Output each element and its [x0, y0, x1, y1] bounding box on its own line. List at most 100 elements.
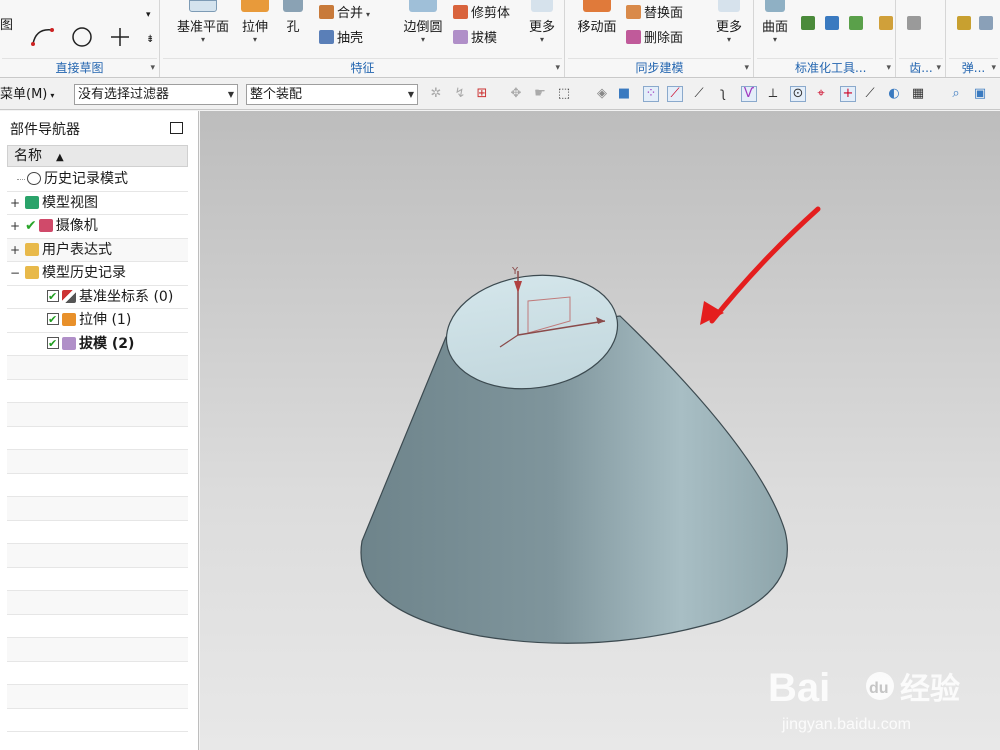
replace-face-button[interactable]: 替换面: [626, 4, 683, 24]
more-icon: [718, 0, 740, 12]
assembly-scope-select[interactable]: 整个装配 ▼: [246, 84, 418, 105]
empty-row: [7, 685, 188, 709]
tree-item-model-history[interactable]: − 模型历史记录: [7, 262, 188, 286]
move-handle-icon[interactable]: ✥: [508, 86, 524, 102]
tool-icon-1[interactable]: [801, 16, 815, 30]
perpendicular-icon[interactable]: ⟂: [765, 86, 781, 102]
expand-icon[interactable]: +: [10, 215, 20, 238]
gear-tool-icon[interactable]: [907, 16, 921, 30]
tool-icon-2[interactable]: [825, 16, 839, 30]
datum-plane-button[interactable]: 基准平面 ▾: [173, 0, 233, 58]
baidu-watermark: Bai du 经验 jingyan.baidu.com: [768, 666, 960, 733]
visibility-checkbox[interactable]: [47, 332, 59, 355]
unite-icon: [319, 5, 334, 19]
chevron-down-icon: ▾: [744, 63, 749, 73]
existing-point-icon[interactable]: +: [840, 86, 856, 102]
hole-button[interactable]: 孔: [279, 0, 307, 58]
sketch-more-icon[interactable]: ▾: [146, 10, 151, 20]
feature-more-button[interactable]: 更多 ▾: [525, 0, 559, 58]
collapse-icon[interactable]: −: [10, 262, 20, 285]
arc-icon[interactable]: [30, 24, 56, 48]
intersection-icon[interactable]: Ѵ: [741, 86, 757, 102]
visibility-checkbox[interactable]: [47, 285, 59, 308]
menu-button[interactable]: 菜单(M) ▾: [0, 85, 54, 105]
snap-points-icon[interactable]: ⁘: [643, 86, 659, 102]
grid-icon[interactable]: ▦: [910, 86, 926, 102]
rectangle-select-icon[interactable]: ⬚: [556, 86, 572, 102]
group-gear: 齿... ▾: [897, 0, 946, 77]
tool-icon-4[interactable]: [879, 16, 893, 30]
empty-row: [7, 450, 188, 474]
chevron-down-icon: ▾: [539, 35, 544, 44]
chevron-down-icon: ▾: [252, 35, 257, 44]
point-on-face-icon[interactable]: ◐: [886, 86, 902, 102]
sort-up-icon: ▲: [56, 152, 64, 163]
extrude-button[interactable]: 拉伸 ▾: [237, 0, 273, 58]
empty-row: [7, 497, 188, 521]
datum-csys-icon: [62, 289, 76, 303]
line-icon[interactable]: ⟋: [691, 86, 707, 102]
maximize-icon[interactable]: [170, 122, 183, 134]
tree-item-draft[interactable]: 拔模 (2): [7, 332, 188, 356]
expand-icon[interactable]: +: [10, 192, 20, 215]
type-filter-select[interactable]: 没有选择过滤器 ▼: [74, 84, 238, 105]
view-icon[interactable]: ◈: [594, 86, 610, 102]
tree-item-model-views[interactable]: + 模型视图: [7, 192, 188, 215]
group-label-direct-sketch[interactable]: 直接草图 ▾: [0, 60, 159, 76]
point-on-curve-icon[interactable]: ⟋: [862, 86, 878, 102]
curved-surface-icon: [765, 0, 785, 12]
empty-row: [7, 427, 188, 450]
zoom-icon[interactable]: ⌕: [948, 86, 964, 102]
expand-icon[interactable]: +: [10, 239, 20, 262]
draft-icon: [453, 30, 468, 44]
visibility-checkbox[interactable]: [47, 308, 59, 331]
curved-surface-button[interactable]: 曲面 ▾: [759, 0, 791, 58]
spring-tool-icon-2[interactable]: [979, 16, 993, 30]
group-label-spring[interactable]: 弹... ▾: [947, 60, 1000, 76]
chevron-down-icon: ▾: [555, 63, 560, 73]
model-view-icon: [25, 195, 39, 209]
arc-center-icon[interactable]: ⊙: [790, 86, 806, 102]
move-face-button[interactable]: 移动面: [574, 0, 620, 58]
graphics-viewport[interactable]: Y Bai du 经验 jingyan.baidu.com: [200, 111, 1000, 750]
cube-icon[interactable]: ■: [616, 86, 632, 102]
shell-button[interactable]: 抽壳: [319, 29, 363, 49]
spring-tool-icon-1[interactable]: [957, 16, 971, 30]
sketch-overflow-icon[interactable]: ⇟: [146, 34, 154, 45]
tree-item-datum-csys[interactable]: 基准坐标系 (0): [7, 285, 188, 309]
hand-icon[interactable]: ☛: [532, 86, 548, 102]
group-label-feature[interactable]: 特征 ▾: [161, 60, 564, 76]
curve-icon[interactable]: ʅ: [715, 86, 731, 102]
point-icon[interactable]: [108, 25, 132, 49]
delete-face-button[interactable]: 删除面: [626, 29, 683, 49]
quadrant-icon[interactable]: ⌖: [813, 86, 829, 102]
selection-scope-icon[interactable]: ⊞: [474, 86, 490, 102]
chevron-down-icon: ▾: [50, 91, 55, 100]
tree-item-history-mode[interactable]: 历史记录模式: [7, 168, 188, 192]
empty-row: [7, 615, 188, 638]
circle-icon[interactable]: [70, 25, 94, 49]
edge-blend-button[interactable]: 边倒圆 ▾: [399, 0, 447, 58]
tool-icon-3[interactable]: [849, 16, 863, 30]
watermark-du: du: [869, 680, 889, 697]
group-label-gear[interactable]: 齿... ▾: [897, 60, 945, 76]
tree-item-extrude[interactable]: 拉伸 (1): [7, 308, 188, 333]
group-label-sync-modeling[interactable]: 同步建模 ▾: [566, 60, 753, 76]
tree-item-cameras[interactable]: + ✔ 摄像机: [7, 215, 188, 239]
unite-button[interactable]: 合并 ▾: [319, 4, 370, 24]
chevron-down-icon: ▾: [366, 10, 371, 19]
window-icon[interactable]: ▣: [972, 86, 988, 102]
trim-body-button[interactable]: 修剪体: [453, 4, 510, 24]
group-label-standard-tools[interactable]: 标准化工具... ▾: [755, 60, 895, 76]
sync-more-button[interactable]: 更多 ▾: [712, 0, 746, 58]
component-filter-icon[interactable]: ✲: [428, 86, 444, 102]
endpoint-icon[interactable]: ⟋: [667, 86, 683, 102]
folder-icon: [25, 242, 39, 256]
snap-filter-icon[interactable]: ↯: [452, 86, 468, 102]
chevron-down-icon: ▾: [936, 63, 941, 73]
column-header-name[interactable]: 名称 ▲: [7, 145, 188, 167]
draft-button[interactable]: 拔模: [453, 29, 497, 49]
tree-item-user-expressions[interactable]: + 用户表达式: [7, 238, 188, 262]
selection-toolbar: 菜单(M) ▾ 没有选择过滤器 ▼ 整个装配 ▼ ✲ ↯ ⊞ ✥ ☛ ⬚ ◈ ■ …: [0, 79, 1000, 110]
check-icon: ✔: [25, 218, 37, 234]
